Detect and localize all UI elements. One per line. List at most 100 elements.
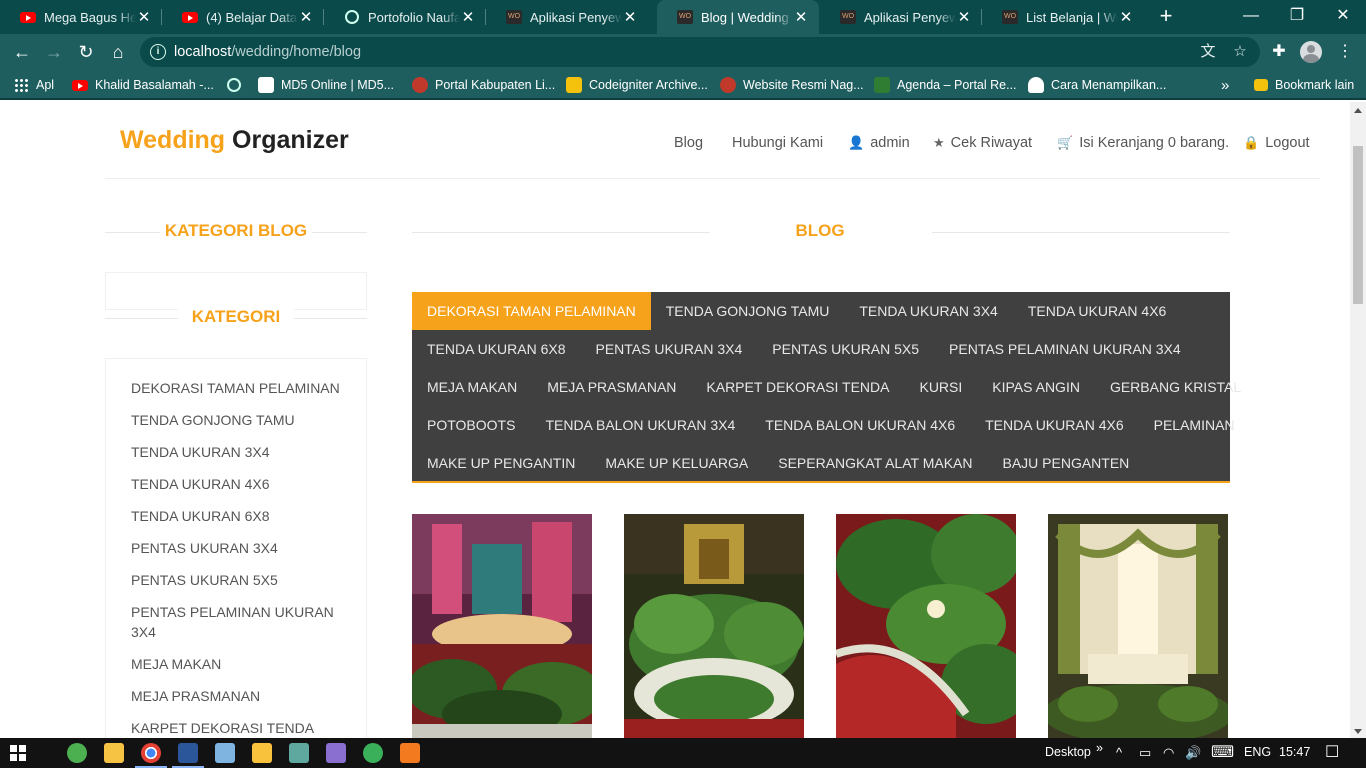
bookmarks-overflow-button[interactable]: » [1221,75,1229,95]
sticky-icon[interactable] [252,743,272,763]
category-tab[interactable]: PELAMINAN [1139,406,1250,444]
category-tab[interactable]: MAKE UP KELUARGA [590,444,763,482]
category-tab[interactable]: TENDA UKURAN 4X6 [1013,292,1181,330]
new-tab-button[interactable]: + [1154,4,1178,28]
category-tab[interactable]: TENDA GONJONG TAMU [651,292,845,330]
site-info-icon[interactable]: i [150,44,166,60]
sidebar-category-item[interactable]: MEJA PRASMANAN [131,686,341,706]
nav-cek-riwayat[interactable]: ★ Cek Riwayat [933,133,1032,153]
category-tab[interactable]: POTOBOOTS [412,406,530,444]
sidebar-category-item[interactable]: PENTAS PELAMINAN UKURAN 3X4 [131,602,341,642]
nav-hubungi-kami[interactable]: Hubungi Kami [732,133,823,153]
sidebar-category-item[interactable]: PENTAS UKURAN 5X5 [131,570,341,590]
scroll-down-arrow[interactable] [1354,729,1362,734]
category-tab[interactable]: TENDA BALON UKURAN 3X4 [530,406,750,444]
tab-6[interactable]: WO List Belanja | Wedding Organizer ✕ [982,0,1144,34]
sidebar-category-item[interactable]: TENDA GONJONG TAMU [131,410,341,430]
page-scrollbar[interactable] [1350,102,1366,738]
category-tab[interactable]: KURSI [904,368,977,406]
site-logo[interactable]: Wedding Organizer [120,126,349,155]
nav-keranjang[interactable]: 🛒 Isi Keranjang 0 barang. [1057,133,1229,153]
close-icon[interactable]: ✕ [1118,8,1134,26]
bookmark-codeigniter[interactable]: Codeigniter Archive... [566,75,708,95]
sidebar-category-item[interactable]: PENTAS UKURAN 3X4 [131,538,341,558]
app-window-icon[interactable] [289,743,309,763]
word-icon[interactable] [172,743,204,768]
bookmark-md5[interactable]: MD5 Online | MD5... [258,75,394,95]
category-tab[interactable]: PENTAS UKURAN 3X4 [580,330,757,368]
close-icon[interactable]: ✕ [956,8,972,26]
battery-icon[interactable]: ▭ [1139,744,1151,762]
app-refresh-icon[interactable] [67,743,87,763]
url-text[interactable]: localhost/wedding/home/blog [174,44,361,60]
category-tab[interactable]: GERBANG KRISTAL [1095,368,1256,406]
category-tab[interactable]: MAKE UP PENGANTIN [412,444,590,482]
extensions-icon[interactable]: ✚ [1267,40,1291,64]
windows-start-button[interactable] [10,745,26,761]
app-edge-icon[interactable] [363,743,383,763]
nav-logout[interactable]: 🔒 Logout [1243,133,1310,153]
bookmark-khalid[interactable]: Khalid Basalamah -... [72,75,214,95]
volume-icon[interactable]: 🔊 [1185,744,1201,762]
tab-3[interactable]: WO Aplikasi Penyewaan ✕ [486,0,648,34]
category-tab[interactable]: KIPAS ANGIN [977,368,1095,406]
close-icon[interactable]: ✕ [793,8,809,26]
close-icon[interactable]: ✕ [460,8,476,26]
sidebar-category-item[interactable]: TENDA UKURAN 3X4 [131,442,341,462]
desktop-toolbar-chevron[interactable]: » [1096,741,1103,755]
reload-button[interactable]: ↻ [72,38,100,66]
close-icon[interactable]: ✕ [298,8,314,26]
sidebar-category-item[interactable]: MEJA MAKAN [131,654,341,674]
other-bookmarks[interactable]: Bookmark lain [1254,75,1354,95]
category-tab[interactable]: SEPERANGKAT ALAT MAKAN [763,444,987,482]
desktop-toolbar-label[interactable]: Desktop [1045,745,1091,759]
address-bar[interactable]: i localhost/wedding/home/blog 文 ☆ [140,37,1260,67]
tab-0[interactable]: Mega Bagus Herlambang ✕ [0,0,162,34]
category-tab[interactable]: PENTAS UKURAN 5X5 [757,330,934,368]
bookmark-agenda[interactable]: Agenda – Portal Re... [874,75,1017,95]
notepad-icon[interactable] [215,743,235,763]
bookmark-portal-kabupaten[interactable]: Portal Kabupaten Li... [412,75,555,95]
photo-decoration-curtain[interactable] [1048,514,1228,738]
category-tab[interactable]: TENDA UKURAN 3X4 [844,292,1012,330]
category-tab[interactable]: TENDA UKURAN 6X8 [412,330,580,368]
bookmark-cara-menampilkan[interactable]: Cara Menampilkan... [1028,75,1166,95]
category-tab[interactable]: MEJA PRASMANAN [532,368,691,406]
window-close-button[interactable]: ✕ [1320,0,1366,32]
nav-blog[interactable]: Blog [674,133,703,153]
translate-icon[interactable]: 文 [1199,43,1217,61]
sidebar-category-item[interactable]: TENDA UKURAN 4X6 [131,474,341,494]
restore-button[interactable]: ❐ [1274,0,1320,32]
browser-menu-icon[interactable]: ⋮ [1333,40,1357,64]
close-icon[interactable]: ✕ [136,8,152,26]
language-indicator[interactable]: ENG [1244,745,1271,759]
tab-1[interactable]: (4) Belajar Data Science ✕ [162,0,324,34]
network-icon[interactable]: ◠ [1163,744,1174,762]
clock[interactable]: 15:47 [1279,745,1310,759]
keyboard-icon[interactable]: ⌨ [1211,744,1234,762]
scroll-up-arrow[interactable] [1354,108,1362,113]
category-tab[interactable]: TENDA UKURAN 4X6 [970,406,1138,444]
sidebar-category-item[interactable]: TENDA UKURAN 6X8 [131,506,341,526]
back-button[interactable]: ← [8,38,36,66]
minimize-button[interactable]: — [1228,0,1274,32]
bookmark-star-icon[interactable]: ☆ [1231,43,1249,61]
bookmark-globe[interactable] [226,75,249,95]
tab-4-active[interactable]: WO Blog | Wedding Organizer ✕ [657,0,819,34]
nav-admin[interactable]: 👤 admin [848,133,910,153]
sidebar-category-item[interactable]: DEKORASI TAMAN PELAMINAN [131,378,341,398]
file-explorer-icon[interactable] [104,743,124,763]
profile-avatar[interactable] [1300,41,1322,63]
close-icon[interactable]: ✕ [622,8,638,26]
category-tab[interactable]: TENDA BALON UKURAN 4X6 [750,406,970,444]
photo-decoration-stage[interactable] [412,514,592,738]
chrome-icon[interactable] [135,743,167,768]
photo-decoration-plants[interactable] [836,514,1016,738]
sidebar-category-item[interactable]: KARPET DEKORASI TENDA [131,718,341,738]
scroll-thumb[interactable] [1353,146,1363,304]
category-tab[interactable]: BAJU PENGANTEN [987,444,1144,482]
notifications-icon[interactable]: ☐ [1325,744,1339,762]
tab-2[interactable]: Portofolio Naufal Arkan ✕ [324,0,486,34]
app-xampp-icon[interactable] [400,743,420,763]
tab-5[interactable]: WO Aplikasi Penyewaan ✕ [820,0,982,34]
